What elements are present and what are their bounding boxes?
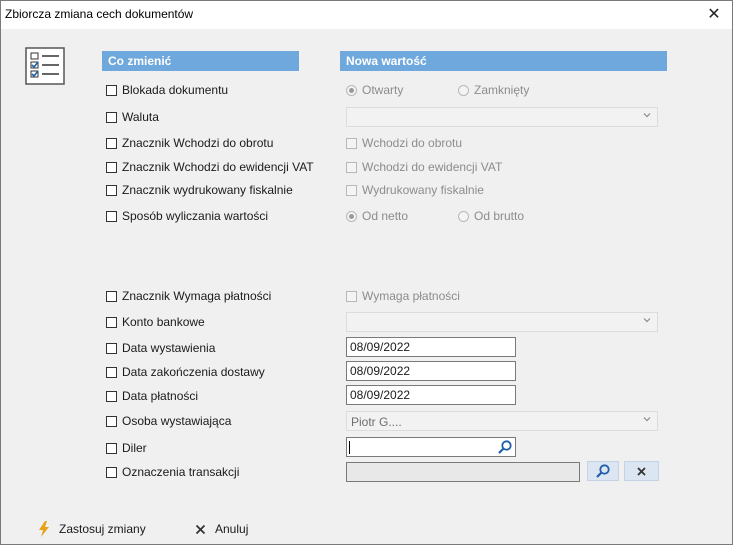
radio-label: Zamknięty: [474, 83, 530, 97]
checkbox-label: Wymaga płatności: [362, 289, 460, 303]
chevron-down-icon: [643, 318, 651, 323]
checkbox-box[interactable]: [106, 210, 117, 222]
diler-checkbox[interactable]: Diler: [106, 440, 147, 456]
clear-icon: [637, 467, 646, 476]
data-wystawienia-field[interactable]: 08/09/2022: [346, 337, 516, 357]
search-icon[interactable]: [497, 439, 513, 455]
checkbox-box[interactable]: [346, 184, 357, 196]
sposob-checkbox[interactable]: Sposób wyliczania wartości: [106, 208, 268, 224]
wchodzi-obrotu-value[interactable]: Wchodzi do obrotu: [346, 135, 462, 151]
data-zakonczenia-field[interactable]: 08/09/2022: [346, 361, 516, 381]
data-wystawienia-checkbox[interactable]: Data wystawienia: [106, 340, 215, 356]
checkbox-box[interactable]: [106, 415, 117, 427]
konto-combo[interactable]: [346, 312, 658, 332]
wymaga-checkbox[interactable]: Znacznik Wymaga płatności: [106, 288, 271, 304]
dialog-window: Zbiorcza zmiana cech dokumentów ✕ Co zmi…: [0, 0, 733, 545]
fiskalnie-checkbox[interactable]: Znacznik wydrukowany fiskalnie: [106, 182, 293, 198]
lightning-icon: [39, 521, 49, 537]
radio-label: Otwarty: [362, 83, 404, 97]
wchodzi-vat-value[interactable]: Wchodzi do ewidencji VAT: [346, 159, 502, 175]
checkbox-box[interactable]: [106, 137, 117, 149]
oznaczenia-clear-button[interactable]: [624, 461, 659, 481]
radio-od-netto[interactable]: Od netto: [346, 208, 408, 224]
checkbox-label: Wydrukowany fiskalnie: [362, 183, 484, 197]
title-bar: Zbiorcza zmiana cech dokumentów ✕: [1, 1, 732, 29]
oznaczenia-search-button[interactable]: [587, 461, 619, 481]
cancel-label: Anuluj: [215, 522, 249, 536]
checkbox-box[interactable]: [346, 161, 357, 173]
radio-dot[interactable]: [346, 210, 357, 222]
radio-dot[interactable]: [346, 84, 357, 96]
osoba-combo[interactable]: Piotr G....: [346, 411, 658, 431]
close-button[interactable]: ✕: [696, 1, 732, 29]
checkbox-box[interactable]: [106, 466, 117, 478]
checkbox-label: Waluta: [122, 110, 159, 124]
radio-label: Od netto: [362, 209, 409, 223]
radio-otwarty[interactable]: Otwarty: [346, 82, 403, 98]
konto-checkbox[interactable]: Konto bankowe: [106, 314, 205, 330]
checklist-icon: [25, 47, 65, 85]
waluta-checkbox[interactable]: Waluta: [106, 109, 159, 125]
checkbox-label: Konto bankowe: [122, 315, 205, 329]
checkbox-box[interactable]: [106, 84, 117, 96]
checkbox-label: Data wystawienia: [122, 341, 216, 355]
fiskalnie-value[interactable]: Wydrukowany fiskalnie: [346, 182, 484, 198]
checkbox-label: Znacznik Wchodzi do ewidencji VAT: [122, 160, 314, 174]
checkbox-label: Wchodzi do ewidencji VAT: [362, 160, 503, 174]
checkbox-box[interactable]: [106, 342, 117, 354]
checkbox-box[interactable]: [346, 137, 357, 149]
checkbox-label: Znacznik Wchodzi do obrotu: [122, 136, 274, 150]
radio-zamkniety[interactable]: Zamknięty: [458, 82, 529, 98]
header-co-zmienic: Co zmienić: [102, 51, 299, 71]
checkbox-label: Osoba wystawiająca: [122, 414, 232, 428]
wchodzi-vat-checkbox[interactable]: Znacznik Wchodzi do ewidencji VAT: [106, 159, 314, 175]
data-platnosci-field[interactable]: 08/09/2022: [346, 385, 516, 405]
radio-od-brutto[interactable]: Od brutto: [458, 208, 524, 224]
checkbox-box[interactable]: [106, 111, 117, 123]
chevron-down-icon: [643, 113, 651, 118]
diler-input[interactable]: [346, 437, 516, 457]
checkbox-box[interactable]: [106, 316, 117, 328]
checkbox-label: Oznaczenia transakcji: [122, 465, 240, 479]
checkbox-box[interactable]: [106, 366, 117, 378]
data-zakonczenia-checkbox[interactable]: Data zakończenia dostawy: [106, 364, 265, 380]
checkbox-label: Sposób wyliczania wartości: [122, 209, 269, 223]
oznaczenia-field[interactable]: [346, 462, 580, 482]
apply-label: Zastosuj zmiany: [59, 522, 146, 536]
chevron-down-icon: [643, 417, 651, 422]
waluta-combo[interactable]: [346, 107, 658, 127]
checkbox-label: Znacznik wydrukowany fiskalnie: [122, 183, 293, 197]
radio-label: Od brutto: [474, 209, 525, 223]
checkbox-label: Diler: [122, 441, 147, 455]
blokada-checkbox[interactable]: Blokada dokumentu: [106, 82, 228, 98]
checkbox-label: Blokada dokumentu: [122, 83, 229, 97]
text-caret: [349, 441, 350, 454]
oznaczenia-checkbox[interactable]: Oznaczenia transakcji: [106, 464, 239, 480]
wymaga-value[interactable]: Wymaga płatności: [346, 288, 460, 304]
search-icon: [596, 464, 610, 478]
apply-button[interactable]: Zastosuj zmiany: [37, 521, 146, 537]
checkbox-box[interactable]: [106, 390, 117, 402]
radio-dot[interactable]: [458, 84, 469, 96]
header-nowa-wartosc: Nowa wartość: [340, 51, 667, 71]
checkbox-label: Data zakończenia dostawy: [122, 365, 265, 379]
osoba-value: Piotr G....: [351, 415, 402, 429]
checkbox-label: Data płatności: [122, 389, 199, 403]
window-title: Zbiorcza zmiana cech dokumentów: [5, 7, 194, 21]
radio-dot[interactable]: [458, 210, 469, 222]
cancel-button[interactable]: Anuluj: [195, 521, 248, 537]
checkbox-label: Znacznik Wymaga płatności: [122, 289, 272, 303]
osoba-checkbox[interactable]: Osoba wystawiająca: [106, 413, 231, 429]
checkbox-box[interactable]: [106, 442, 117, 454]
wchodzi-obrotu-checkbox[interactable]: Znacznik Wchodzi do obrotu: [106, 135, 273, 151]
checkbox-label: Wchodzi do obrotu: [362, 136, 463, 150]
data-platnosci-checkbox[interactable]: Data płatności: [106, 388, 198, 404]
close-icon: [195, 524, 206, 534]
checkbox-box[interactable]: [346, 290, 357, 302]
checkbox-box[interactable]: [106, 290, 117, 302]
checkbox-box[interactable]: [106, 184, 117, 196]
checkbox-box[interactable]: [106, 161, 117, 173]
